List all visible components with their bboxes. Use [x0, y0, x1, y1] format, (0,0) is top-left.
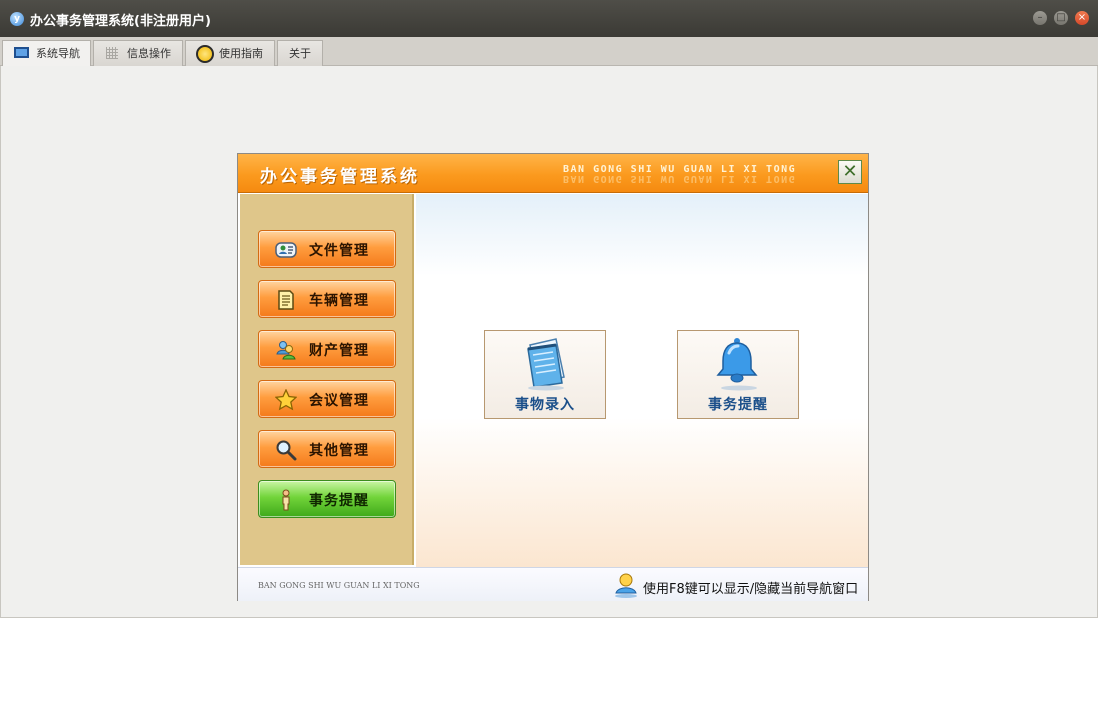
navigation-panel: 办公事务管理系统 BAN GONG SHI WU GUAN LI XI TONG…	[238, 154, 868, 601]
tab-label: 关于	[289, 47, 311, 60]
document-icon	[275, 289, 297, 311]
magnifier-icon	[275, 439, 297, 461]
sidebar-item-other-management[interactable]: 其他管理	[258, 430, 396, 468]
sidebar-item-file-management[interactable]: 文件管理	[258, 230, 396, 268]
footer-tip: 使用F8键可以显示/隐藏当前导航窗口	[643, 582, 859, 597]
sidebar: 文件管理 车辆管理 财产管理 会议管理 其他管理 事务提醒	[240, 194, 414, 565]
minimize-button[interactable]: –	[1033, 11, 1047, 25]
bell-icon	[709, 335, 769, 391]
sidebar-item-label: 财产管理	[309, 343, 369, 359]
sidebar-item-label: 车辆管理	[309, 293, 369, 309]
tab-bar: 系统导航 信息操作 使用指南 关于	[0, 37, 1098, 67]
tile-label: 事物录入	[515, 397, 575, 413]
tab-system-navigation[interactable]: 系统导航	[2, 40, 91, 67]
sidebar-item-label: 文件管理	[309, 243, 369, 259]
app-icon: y	[10, 12, 24, 26]
tile-affair-entry[interactable]: 事物录入	[484, 330, 606, 419]
sidebar-item-meeting-management[interactable]: 会议管理	[258, 380, 396, 418]
sidebar-item-vehicle-management[interactable]: 车辆管理	[258, 280, 396, 318]
window-title: 办公事务管理系统(非注册用户)	[30, 14, 211, 29]
panel-footer: BAN GONG SHI WU GUAN LI XI TONG 使用F8键可以显…	[238, 567, 868, 601]
tab-label: 信息操作	[127, 47, 171, 60]
tile-label: 事务提醒	[708, 397, 768, 413]
tab-label: 系统导航	[36, 47, 80, 60]
tile-affair-reminder[interactable]: 事务提醒	[677, 330, 799, 419]
monitor-icon	[14, 47, 29, 58]
tab-about[interactable]: 关于	[277, 40, 323, 66]
grid-icon	[106, 47, 118, 59]
sidebar-item-label: 会议管理	[309, 393, 369, 409]
sidebar-item-property-management[interactable]: 财产管理	[258, 330, 396, 368]
panel-close-button[interactable]: ✕	[838, 160, 862, 184]
person-icon	[275, 489, 297, 511]
contact-card-icon	[275, 239, 297, 261]
user-info-icon	[612, 571, 640, 599]
panel-title: 办公事务管理系统	[260, 167, 420, 187]
main-area: 事物录入 事务提醒	[416, 194, 868, 567]
clock-icon	[196, 45, 214, 63]
panel-header: 办公事务管理系统 BAN GONG SHI WU GUAN LI XI TONG…	[238, 154, 868, 193]
panel-pinyin-reflection: BAN GONG SHI WU GUAN LI XI TONG	[563, 173, 797, 184]
users-icon	[275, 339, 297, 361]
tab-information-operation[interactable]: 信息操作	[93, 40, 183, 66]
tab-user-guide[interactable]: 使用指南	[185, 40, 275, 66]
star-icon	[274, 388, 298, 411]
window-title-bar: y 办公事务管理系统(非注册用户) – □ ×	[0, 0, 1098, 37]
notepad-icon	[516, 335, 576, 391]
tab-label: 使用指南	[219, 47, 263, 60]
maximize-button[interactable]: □	[1054, 11, 1068, 25]
sidebar-item-affair-reminder[interactable]: 事务提醒	[258, 480, 396, 518]
close-button[interactable]: ×	[1075, 11, 1089, 25]
footer-pinyin: BAN GONG SHI WU GUAN LI XI TONG	[258, 581, 420, 590]
sidebar-item-label: 其他管理	[309, 443, 369, 459]
sidebar-item-label: 事务提醒	[309, 493, 369, 509]
